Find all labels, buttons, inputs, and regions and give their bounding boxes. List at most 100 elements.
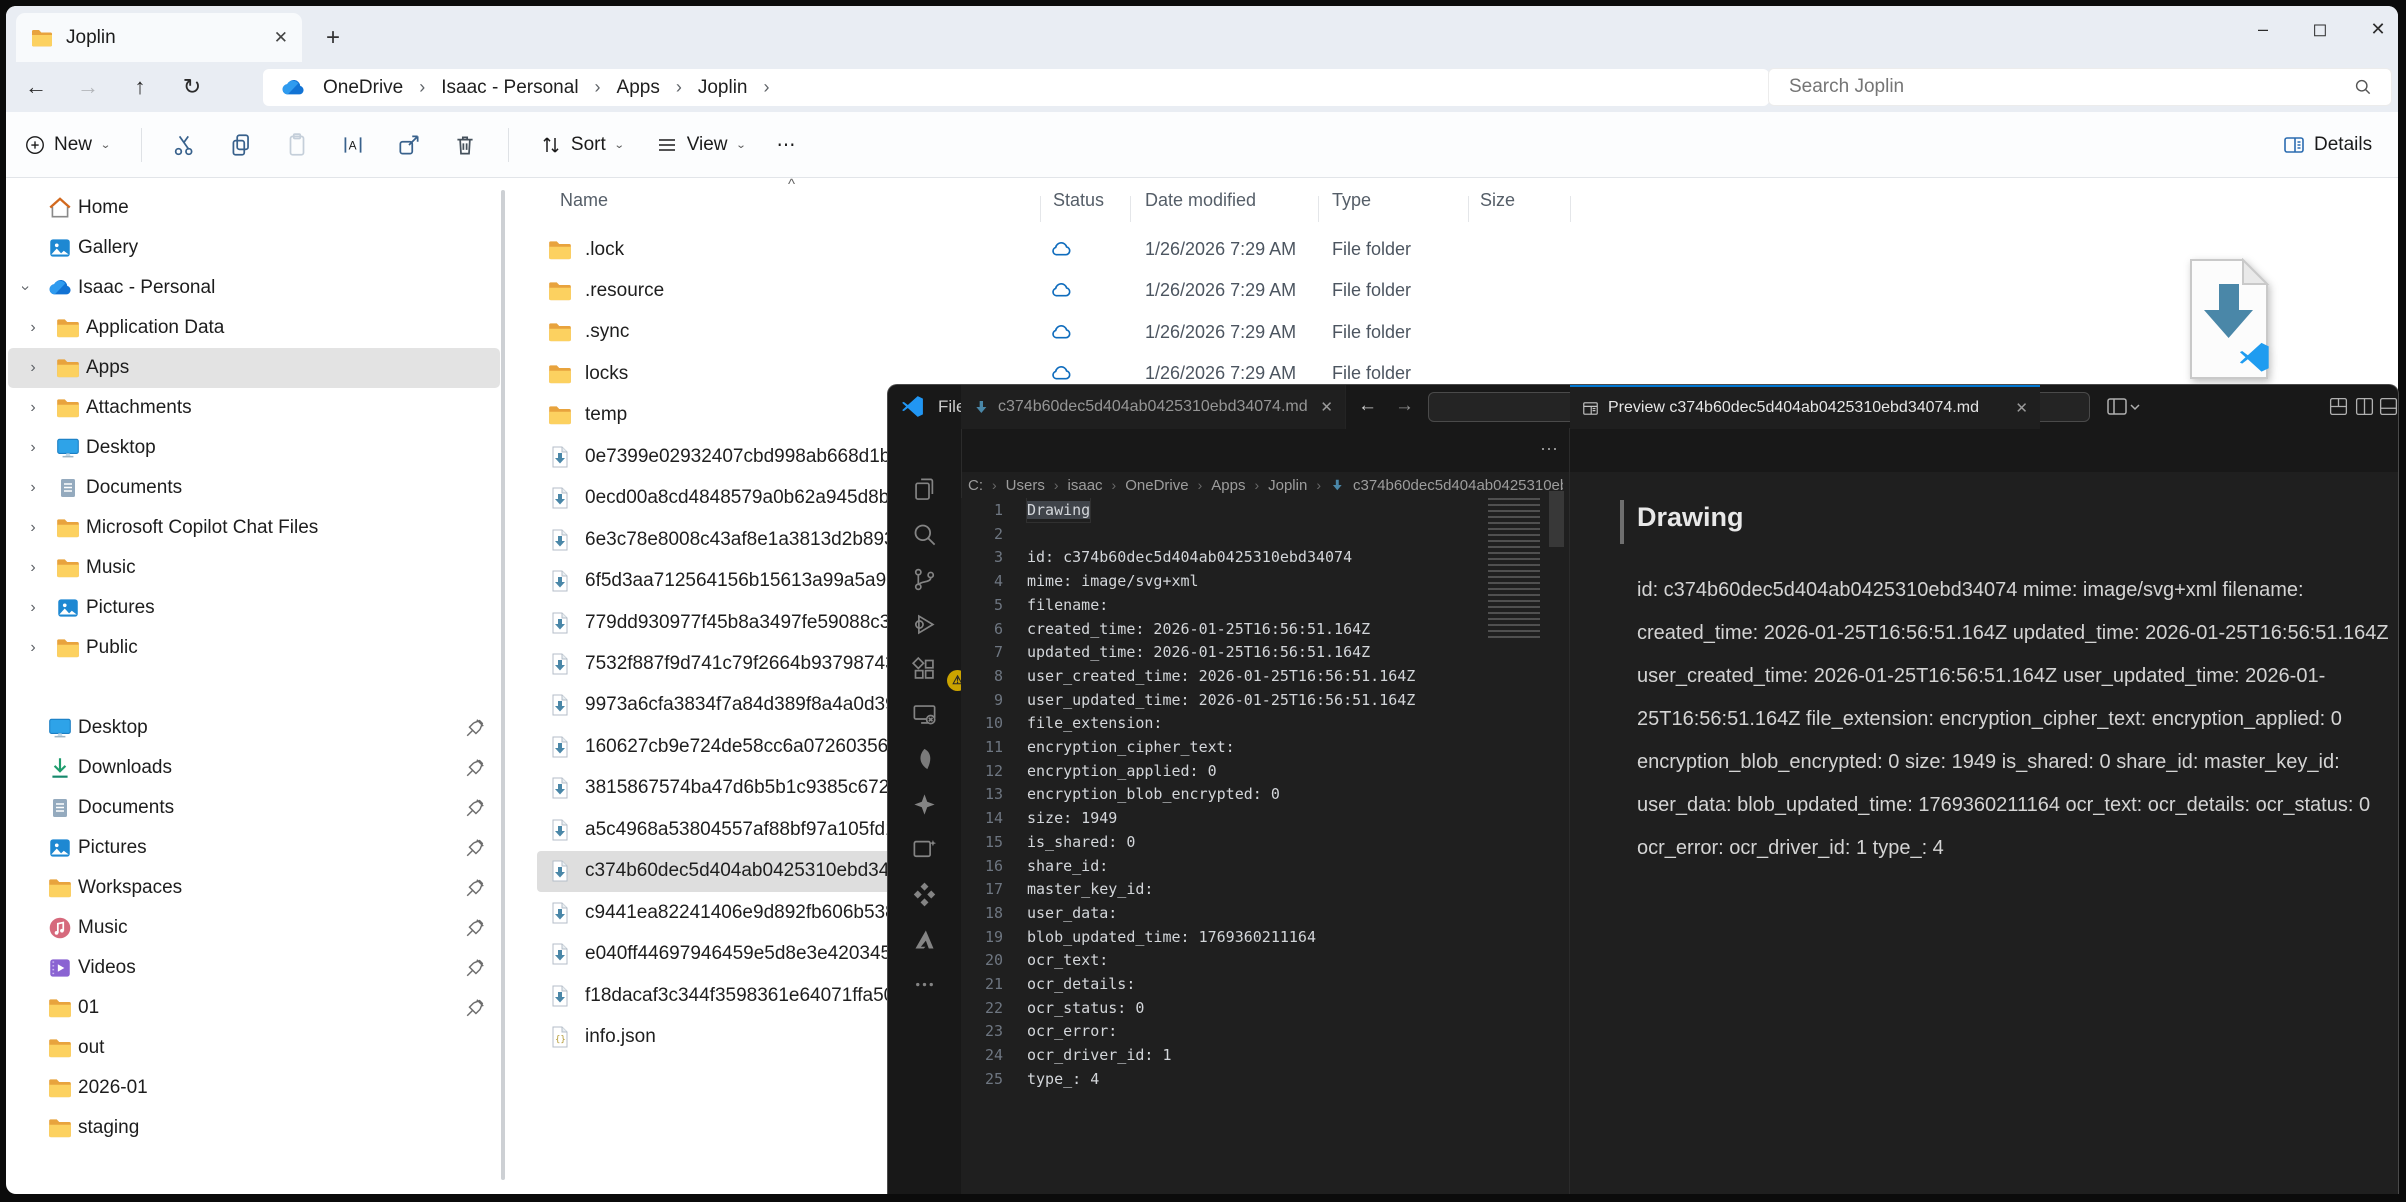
cut-icon[interactable]: [172, 132, 198, 158]
explorer-icon[interactable]: [911, 476, 938, 503]
tab-close-icon[interactable]: ✕: [274, 28, 288, 48]
tab-close-icon[interactable]: ✕: [1320, 398, 1333, 416]
editor-breadcrumb[interactable]: C: › Users › isaac › OneDrive › Apps › Joplin › c374…: [968, 472, 1563, 498]
copilot-icon[interactable]: [911, 746, 938, 773]
file-row[interactable]: .lock 1/26/2026 7:29 AM File folder: [537, 229, 1570, 270]
code-line[interactable]: 17 master_key_id:: [961, 877, 1567, 901]
customize-layout-icon[interactable]: [2328, 396, 2349, 417]
code-line[interactable]: 18 user_data:: [961, 901, 1567, 925]
editor-group-divider[interactable]: [1569, 428, 1570, 1194]
column-divider[interactable]: [1040, 196, 1041, 222]
sidebar-item-attachments[interactable]: › Attachments: [8, 388, 500, 428]
code-line[interactable]: 19 blob_updated_time: 1769360211164: [961, 925, 1567, 949]
code-line[interactable]: 1 Drawing: [961, 498, 1567, 522]
paste-icon[interactable]: [284, 132, 310, 158]
sparkle-icon[interactable]: [911, 791, 938, 818]
code-line[interactable]: 16 share_id:: [961, 854, 1567, 878]
share-icon[interactable]: [396, 132, 422, 158]
sidebar-item-gallery[interactable]: Gallery: [8, 228, 500, 268]
tab-markdown-preview[interactable]: Preview c374b60dec5d404ab0425310ebd34074…: [1570, 385, 2040, 429]
column-header-size[interactable]: Size: [1480, 190, 1515, 211]
new-tab-button[interactable]: +: [318, 24, 348, 54]
file-row[interactable]: .sync 1/26/2026 7:29 AM File folder: [537, 312, 1570, 353]
code-line[interactable]: 7 updated_time: 2026-01-25T16:56:51.164Z: [961, 640, 1567, 664]
forward-icon[interactable]: →: [62, 74, 114, 100]
breadcrumb-segment[interactable]: Joplin: [1268, 477, 1307, 494]
refresh-icon[interactable]: ↻: [166, 74, 218, 100]
remote-explorer-icon[interactable]: [911, 701, 938, 728]
tab-close-icon[interactable]: ✕: [2015, 399, 2028, 417]
tab-markdown-file[interactable]: c374b60dec5d404ab0425310ebd34074.md ✕: [961, 385, 1346, 429]
search-input[interactable]: [1769, 75, 2353, 99]
back-icon[interactable]: ←: [10, 74, 62, 100]
code-line[interactable]: 12 encryption_applied: 0: [961, 759, 1567, 783]
code-line[interactable]: 22 ocr_status: 0: [961, 996, 1567, 1020]
sidebar-item-desktop[interactable]: Desktop: [8, 708, 500, 748]
sidebar-item-workspaces[interactable]: Workspaces: [8, 868, 500, 908]
code-line[interactable]: 2: [961, 522, 1567, 546]
column-header-type[interactable]: Type: [1332, 190, 1371, 211]
code-line[interactable]: 8 user_created_time: 2026-01-25T16:56:51.…: [961, 664, 1567, 688]
minimap-slider[interactable]: [1549, 491, 1564, 547]
column-divider[interactable]: [1318, 196, 1319, 222]
breadcrumb-segment[interactable]: Apps: [617, 77, 660, 99]
sidebar-item-apps[interactable]: › Apps: [8, 348, 500, 388]
azure-tools-icon[interactable]: [911, 881, 938, 908]
code-line[interactable]: 6 created_time: 2026-01-25T16:56:51.164Z: [961, 617, 1567, 641]
sidebar-item-videos[interactable]: Videos: [8, 948, 500, 988]
back-icon[interactable]: ←: [1358, 395, 1377, 417]
breadcrumb-segment[interactable]: OneDrive: [323, 77, 403, 99]
sidebar-item-home[interactable]: Home: [8, 188, 500, 228]
extensions-icon[interactable]: ⚠: [911, 656, 968, 691]
code-line[interactable]: 10 file_extension:: [961, 711, 1567, 735]
sort-button[interactable]: Sort ⌄: [539, 133, 625, 157]
breadcrumb[interactable]: OneDrive › Isaac - Personal › Apps › Joplin ›: [263, 69, 1769, 106]
sidebar-item-music[interactable]: Music: [8, 908, 500, 948]
sidebar-item-pictures[interactable]: Pictures: [8, 828, 500, 868]
code-line[interactable]: 5 filename:: [961, 593, 1567, 617]
chevron-right-icon[interactable]: ›: [16, 559, 50, 577]
code-line[interactable]: 24 ocr_driver_id: 1: [961, 1043, 1567, 1067]
minimap[interactable]: [1488, 498, 1540, 638]
breadcrumb-segment[interactable]: Joplin: [698, 77, 748, 99]
file-row[interactable]: .resource 1/26/2026 7:29 AM File folder: [537, 270, 1570, 311]
breadcrumb-segment[interactable]: C:: [968, 477, 983, 494]
tab-actions-more-icon[interactable]: ⋯: [1528, 428, 1570, 472]
split-editor-icon[interactable]: [2354, 396, 2375, 417]
code-line[interactable]: 4 mime: image/svg+xml: [961, 569, 1567, 593]
sidebar-item-downloads[interactable]: Downloads: [8, 748, 500, 788]
code-line[interactable]: 20 ocr_text:: [961, 948, 1567, 972]
column-header-status[interactable]: Status: [1053, 190, 1104, 211]
code-editor[interactable]: 1 Drawing 2 3 id: c374b60dec5d404ab0425310eb…: [961, 498, 1567, 1194]
breadcrumb-segment[interactable]: isaac: [1068, 477, 1103, 494]
details-button[interactable]: Details: [2282, 128, 2372, 162]
chevron-right-icon[interactable]: ›: [419, 77, 425, 98]
chevron-right-icon[interactable]: ›: [16, 319, 50, 337]
rename-icon[interactable]: A: [340, 132, 366, 158]
chevron-right-icon[interactable]: ›: [16, 479, 50, 497]
chevron-right-icon[interactable]: ›: [764, 77, 770, 98]
copy-icon[interactable]: [228, 132, 254, 158]
chevron-down-icon[interactable]: ›: [16, 271, 34, 305]
sidebar-item-01[interactable]: 01: [8, 988, 500, 1028]
more-toolbar-button[interactable]: ⋯: [776, 134, 795, 157]
breadcrumb-segment[interactable]: Isaac - Personal: [441, 77, 578, 99]
sidebar-item-documents[interactable]: Documents: [8, 788, 500, 828]
close-button[interactable]: ✕: [2356, 14, 2400, 44]
chevron-right-icon[interactable]: ›: [676, 77, 682, 98]
column-divider[interactable]: [1570, 196, 1571, 222]
run-and-debug-icon[interactable]: [911, 611, 938, 638]
search-icon[interactable]: [911, 521, 938, 548]
live-preview-icon[interactable]: [911, 836, 938, 863]
code-line[interactable]: 25 type_: 4: [961, 1067, 1567, 1091]
sidebar-item-documents[interactable]: › Documents: [8, 468, 500, 508]
layout-toggle-icon[interactable]: [2106, 396, 2140, 418]
chevron-right-icon[interactable]: ›: [16, 439, 50, 457]
azure-icon[interactable]: [911, 926, 938, 953]
view-button[interactable]: View ⌄: [655, 133, 746, 157]
column-header-date-modified[interactable]: Date modified: [1145, 190, 1256, 211]
code-line[interactable]: 13 encryption_blob_encrypted: 0: [961, 782, 1567, 806]
sidebar-item-desktop[interactable]: › Desktop: [8, 428, 500, 468]
more-icon[interactable]: [911, 971, 938, 998]
code-line[interactable]: 14 size: 1949: [961, 806, 1567, 830]
